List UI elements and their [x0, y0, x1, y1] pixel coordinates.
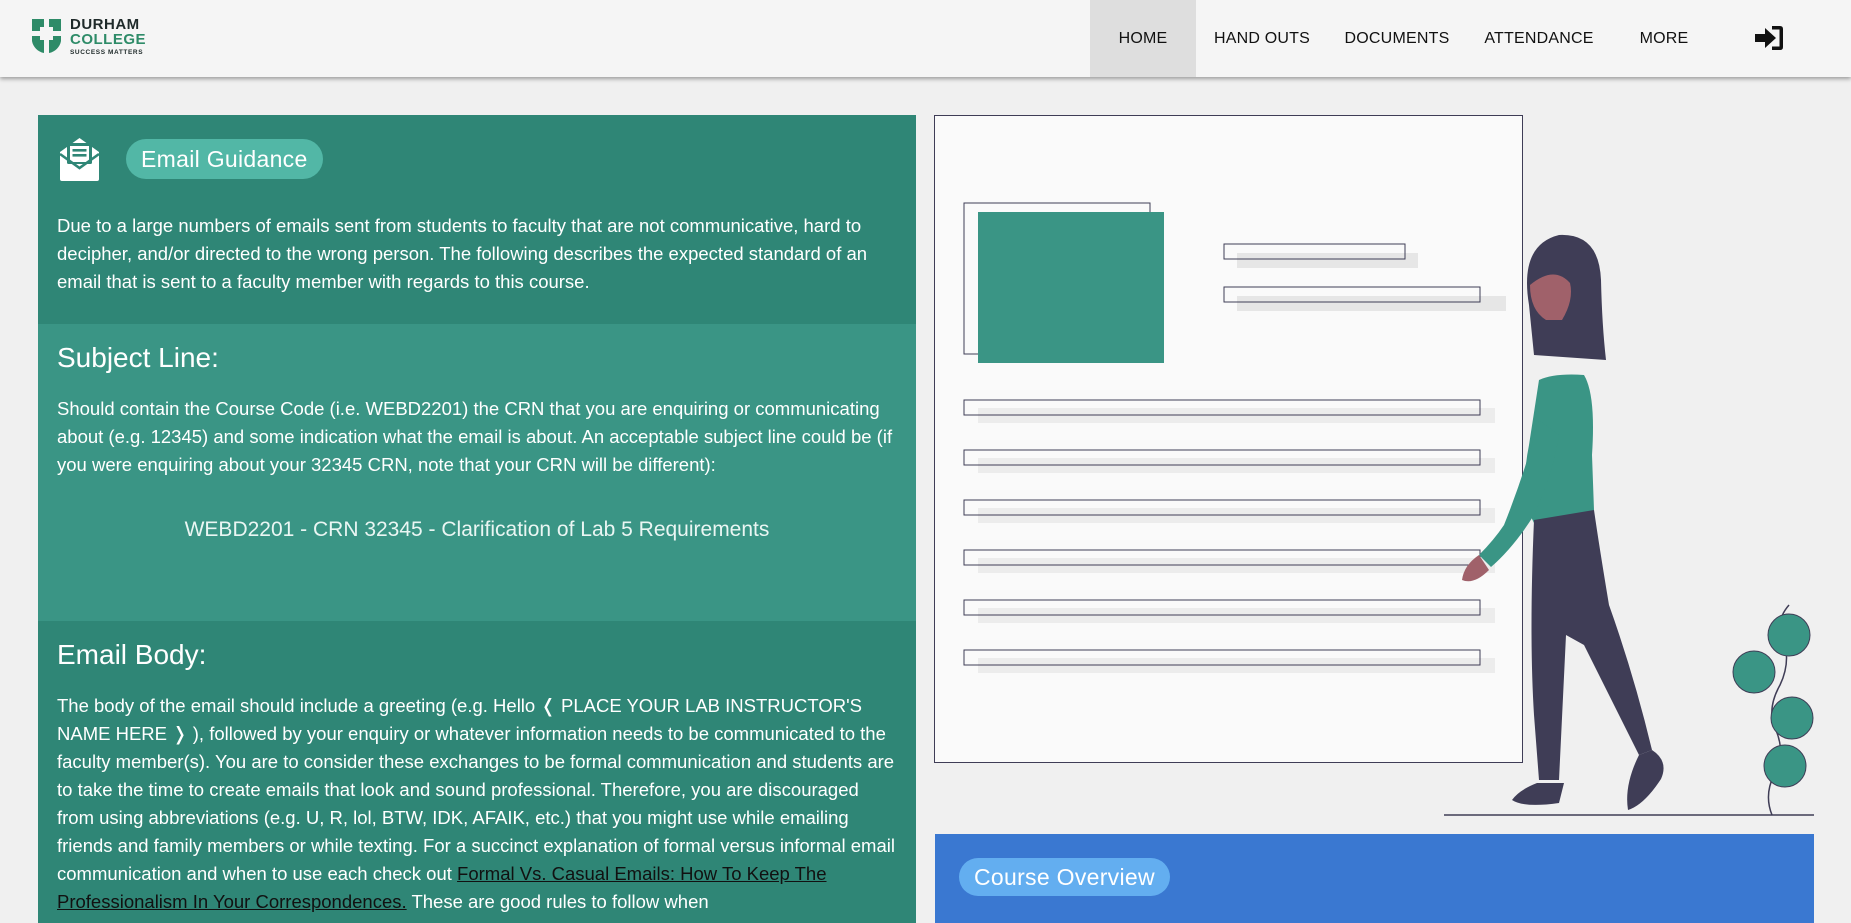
nav-home[interactable]: HOME	[1090, 0, 1196, 77]
durham-college-logo[interactable]: DURHAM COLLEGE SUCCESS MATTERS	[30, 17, 146, 57]
subject-line-text: Should contain the Course Code (i.e. WEB…	[57, 398, 893, 475]
subject-line-section: Subject Line: Should contain the Course …	[38, 324, 916, 621]
email-guidance-title: Email Guidance	[126, 139, 323, 179]
subject-line-example: WEBD2201 - CRN 32345 - Clarification of …	[184, 518, 770, 541]
subject-line-heading: Subject Line:	[57, 342, 219, 373]
nav-more[interactable]: MORE	[1630, 0, 1698, 77]
logo-line-college: COLLEGE	[70, 31, 147, 48]
email-body-text-start: The body of the email should include a g…	[57, 695, 895, 884]
intro-paragraph: Due to a large numbers of emails sent fr…	[57, 215, 868, 292]
course-overview-title: Course Overview	[959, 858, 1170, 896]
logo-tagline: SUCCESS MATTERS	[70, 49, 144, 56]
plant	[1732, 604, 1814, 816]
email-body-text-end: These are good rules to follow when	[406, 891, 709, 912]
email-body-section: Email Body: The body of the email should…	[38, 621, 916, 923]
logo-line-durham: DURHAM	[70, 16, 140, 33]
nav-attendance[interactable]: ATTENDANCE	[1476, 0, 1602, 77]
email-guidance-intro: Email Guidance Due to a large numbers of…	[38, 115, 916, 324]
email-body-heading: Email Body:	[57, 639, 207, 670]
woman-reading-document-illustration	[934, 115, 1814, 816]
nav-documents[interactable]: DOCUMENTS	[1334, 0, 1460, 77]
email-guidance-panel: Email Guidance Due to a large numbers of…	[38, 115, 916, 923]
envelope-open-text-icon	[59, 137, 100, 181]
email-body-text: The body of the email should include a g…	[57, 692, 897, 916]
top-navbar: DURHAM COLLEGE SUCCESS MATTERS HOME HAND…	[0, 0, 1851, 77]
sign-in-icon[interactable]	[1753, 24, 1785, 52]
nav-hand-outs[interactable]: HAND OUTS	[1200, 0, 1324, 77]
crest-icon	[32, 19, 61, 54]
course-overview-panel: Course Overview	[935, 834, 1814, 923]
